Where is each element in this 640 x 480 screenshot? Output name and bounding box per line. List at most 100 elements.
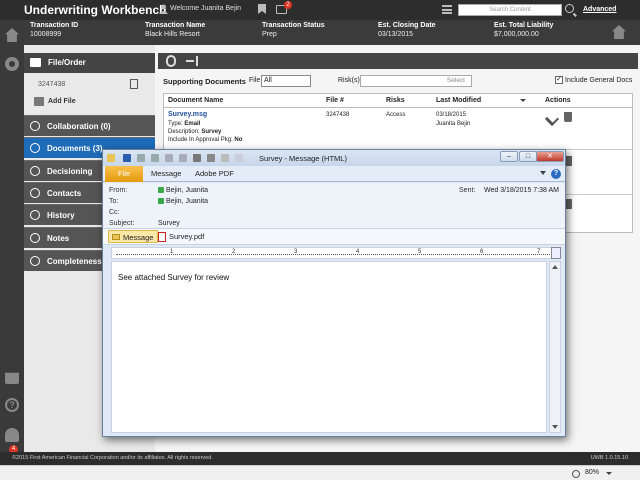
footer: ©2015 First American Financial Corporati… — [0, 452, 640, 465]
sent-label: Sent: — [459, 187, 476, 194]
tab-message[interactable]: Message — [151, 169, 181, 178]
from-label: From: — [109, 187, 128, 194]
column-header-document-name[interactable]: Document Name — [168, 97, 223, 104]
transaction-id-value: 10008999 — [30, 31, 62, 38]
transaction-status: Transaction Status Prep — [262, 22, 325, 38]
sent-value: Wed 3/18/2015 7:38 AM — [484, 187, 559, 194]
transaction-id: Transaction ID 10008999 — [30, 22, 78, 38]
search-input[interactable]: Search Content — [458, 4, 562, 16]
bell-icon[interactable] — [5, 428, 19, 442]
to-value[interactable]: Bejin, Juanita — [158, 198, 208, 205]
nav-item-label: Notes — [47, 234, 70, 243]
help-icon[interactable]: ? — [5, 398, 19, 412]
nav-item-label: Documents (3) — [47, 144, 103, 153]
document-modified-by: Juanita Bejin — [436, 121, 471, 127]
column-header-last-modified[interactable]: Last Modified — [436, 97, 481, 104]
header-divider — [164, 107, 632, 108]
menu-list-icon[interactable] — [442, 5, 452, 14]
document-name-link[interactable]: Survey.msg — [168, 111, 207, 118]
home-icon[interactable] — [5, 28, 19, 42]
pdf-attachment[interactable]: Survey.pdf — [158, 232, 204, 242]
documents-filter-row: Supporting Documents File All Risk(s) Se… — [163, 75, 633, 89]
messages-badge: 2 — [284, 1, 292, 9]
file-filter-select[interactable]: All — [261, 75, 311, 87]
edit-icon[interactable] — [544, 111, 560, 127]
attachments-row: Message Survey.pdf — [103, 228, 565, 245]
transaction-info-bar: Transaction ID 10008999 Transaction Name… — [24, 20, 640, 45]
nav-item-label: Decisioning — [47, 167, 93, 176]
subject-value: Survey — [158, 220, 180, 227]
ruler-toggle-button[interactable] — [551, 247, 561, 259]
maximize-button[interactable]: □ — [519, 151, 537, 162]
ribbon-tabs: File Message Adobe PDF ? — [103, 166, 565, 182]
search-icon[interactable] — [565, 4, 574, 13]
include-general-checkbox[interactable]: ✓ — [555, 76, 563, 84]
document-modified-date: 03/18/2015 — [436, 112, 467, 118]
notes-icon — [30, 233, 40, 243]
file-filter-label: File — [249, 77, 261, 84]
zoom-dropdown-icon[interactable] — [606, 472, 612, 475]
expand-ribbon-icon[interactable] — [540, 171, 546, 175]
attach-icon[interactable] — [166, 55, 176, 67]
message-body[interactable]: See attached Survey for review — [111, 261, 547, 433]
sort-desc-icon[interactable] — [520, 99, 526, 102]
nav-item-collaboration[interactable]: Collaboration (0) — [24, 115, 155, 136]
closing-date-label: Est. Closing Date — [378, 22, 436, 29]
document-file-number: 3247438 — [326, 112, 350, 118]
scroll-down-icon[interactable] — [552, 425, 558, 429]
delete-icon[interactable] — [564, 112, 572, 122]
file-number[interactable]: 3247438 — [38, 81, 65, 88]
zoom-level[interactable]: 80% — [585, 469, 599, 476]
zoom-icon[interactable] — [572, 470, 580, 478]
risks-filter-label: Risk(s) — [338, 77, 360, 84]
ruler-number: 2 — [232, 249, 236, 255]
scroll-up-icon[interactable] — [552, 265, 558, 269]
column-header-actions: Actions — [545, 97, 571, 104]
nav-item-label: History — [47, 211, 75, 220]
nav-item-label: Collaboration (0) — [47, 122, 111, 131]
type-value: Email — [184, 121, 201, 127]
message-scrollbar[interactable] — [549, 261, 561, 433]
advanced-search-link[interactable]: Advanced — [583, 6, 616, 13]
tab-file[interactable]: File — [105, 166, 143, 182]
cc-label: Cc: — [109, 209, 120, 216]
file-order-header[interactable]: File/Order — [24, 53, 155, 73]
email-message-window: Survey - Message (HTML) – □ ✕ File Messa… — [102, 149, 566, 437]
user-icon — [159, 4, 168, 14]
folder-icon — [30, 58, 41, 67]
tab-adobe-pdf[interactable]: Adobe PDF — [195, 169, 234, 178]
help-icon[interactable]: ? — [551, 169, 561, 179]
phone-icon[interactable] — [5, 372, 19, 384]
closing-date: Est. Closing Date 03/13/2015 — [378, 22, 436, 38]
risks-filter-select[interactable]: Select — [360, 75, 472, 87]
minimize-button[interactable]: – — [500, 151, 518, 162]
add-file-button[interactable]: Add File — [34, 98, 76, 105]
bookmark-icon[interactable] — [258, 4, 266, 14]
ruler-number: 6 — [480, 249, 484, 255]
import-icon[interactable] — [186, 56, 198, 66]
clock-icon — [30, 210, 40, 220]
file-order-label: File/Order — [48, 58, 86, 67]
include-value: No — [234, 137, 243, 143]
column-header-risks[interactable]: Risks — [386, 97, 405, 104]
gear-icon[interactable] — [5, 57, 19, 71]
transaction-home-icon[interactable] — [612, 25, 626, 39]
total-liability: Est. Total Liability $7,000,000.00 — [494, 22, 553, 38]
supporting-documents-label: Supporting Documents — [163, 77, 246, 86]
close-button[interactable]: ✕ — [536, 151, 564, 162]
from-value[interactable]: Bejin, Juanita — [158, 187, 208, 194]
window-title: Survey - Message (HTML) — [259, 154, 347, 163]
message-attachment-tab[interactable]: Message — [108, 230, 159, 243]
from-name: Bejin, Juanita — [166, 187, 209, 194]
document-icon[interactable] — [130, 79, 138, 89]
collaboration-icon — [30, 121, 40, 131]
presence-icon — [158, 198, 164, 205]
column-header-file-number[interactable]: File # — [326, 97, 344, 104]
browser-status-bar: 80% — [0, 465, 640, 480]
include-label: Include In Approval Pkg: — [168, 137, 233, 143]
include-general-label: Include General Docs — [565, 77, 633, 84]
transaction-id-label: Transaction ID — [30, 22, 79, 29]
description-value: Survey — [201, 129, 222, 135]
welcome-text: Welcome Juanita Bejin — [170, 5, 242, 12]
document-type: Type: Email — [168, 121, 200, 127]
